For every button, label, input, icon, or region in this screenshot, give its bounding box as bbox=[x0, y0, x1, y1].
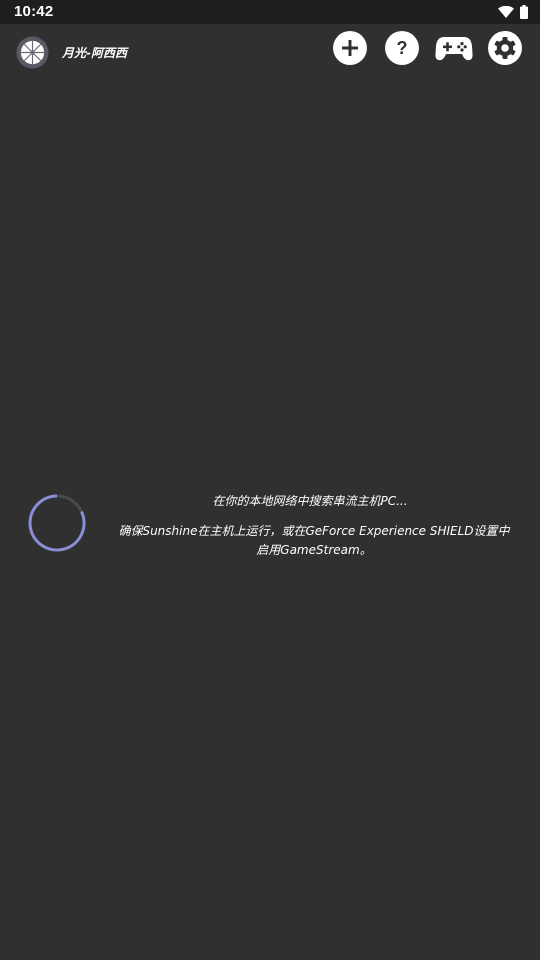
plus-icon bbox=[342, 40, 358, 56]
settings-button[interactable] bbox=[488, 31, 522, 65]
battery-icon bbox=[520, 5, 528, 19]
gamepad-button[interactable] bbox=[435, 31, 473, 65]
status-bar: 10:42 bbox=[0, 0, 540, 24]
svg-text:?: ? bbox=[397, 38, 408, 58]
question-icon: ? bbox=[397, 38, 408, 58]
app-bar: 月光-阿西西 ? bbox=[0, 24, 540, 80]
app-title: 月光-阿西西 bbox=[62, 46, 127, 60]
wifi-icon bbox=[498, 6, 514, 18]
discovery-status: 在你的本地网络中搜索串流主机PC... 确保Sunshine在主机上运行，或在G… bbox=[0, 480, 540, 570]
help-button[interactable]: ? bbox=[385, 31, 419, 65]
gamepad-icon bbox=[435, 37, 473, 61]
searching-message: 在你的本地网络中搜索串流主机PC... bbox=[212, 494, 408, 508]
help-message: 确保Sunshine在主机上运行，或在GeForce Experience SH… bbox=[118, 524, 510, 557]
moonlight-logo-icon bbox=[16, 36, 49, 69]
status-icons bbox=[498, 4, 528, 20]
loading-spinner bbox=[28, 494, 86, 552]
gear-icon bbox=[494, 37, 516, 59]
status-time: 10:42 bbox=[14, 3, 54, 20]
add-pc-button[interactable] bbox=[333, 31, 367, 65]
